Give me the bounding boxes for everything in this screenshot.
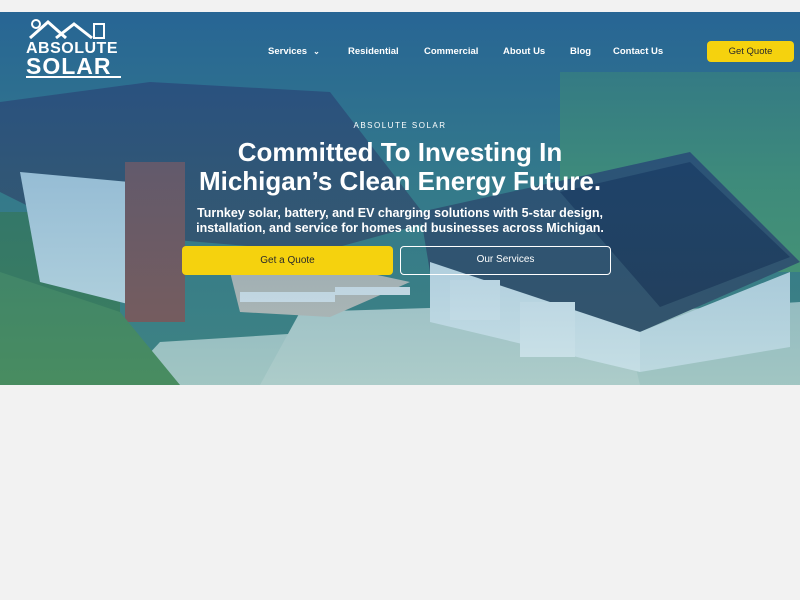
nav-item-label: Blog — [570, 46, 592, 57]
get-quote-button[interactable]: Get Quote — [707, 41, 794, 62]
hero-headline-line-2: Michigan’s Clean Energy Future. — [198, 166, 602, 196]
nav-item-about-us[interactable]: About Us — [503, 46, 545, 57]
nav-item-services[interactable]: Services ⌄ — [268, 46, 320, 57]
nav-item-label: Contact Us — [613, 46, 664, 57]
hero-eyebrow: ABSOLUTE SOLAR — [353, 121, 447, 130]
hero-headline-line-1: Committed To Investing In — [237, 137, 563, 167]
nav-item-label: Services — [268, 46, 308, 57]
nav-item-blog[interactable]: Blog — [570, 46, 591, 57]
hero-subhead: Turnkey solar, battery, and EV charging … — [140, 206, 660, 236]
nav-item-commercial[interactable]: Commercial — [424, 46, 478, 57]
get-a-quote-button[interactable]: Get a Quote — [182, 246, 393, 275]
house-solar-logo-icon — [29, 19, 105, 40]
our-services-button[interactable]: Our Services — [400, 246, 611, 275]
chevron-down-icon: ⌄ — [313, 47, 320, 56]
nav-item-residential[interactable]: Residential — [348, 46, 399, 57]
top-strip — [0, 0, 800, 12]
hero-section: ABSOLUTE SOLAR Services ⌄ Residential Com… — [0, 12, 800, 385]
hero-subhead-line-2: installation, and service for homes and … — [196, 221, 604, 235]
nav-item-label: Residential — [348, 46, 399, 57]
hero-subhead-line-1: Turnkey solar, battery, and EV charging … — [197, 206, 603, 220]
hero-headline: Committed To Investing In Michigan’s Cle… — [100, 138, 700, 196]
logo-underline — [26, 76, 121, 78]
nav-item-label: Commercial — [424, 46, 479, 57]
site-logo[interactable]: ABSOLUTE SOLAR — [26, 18, 126, 79]
nav-item-contact-us[interactable]: Contact Us — [613, 46, 663, 57]
nav-item-label: About Us — [503, 46, 546, 57]
